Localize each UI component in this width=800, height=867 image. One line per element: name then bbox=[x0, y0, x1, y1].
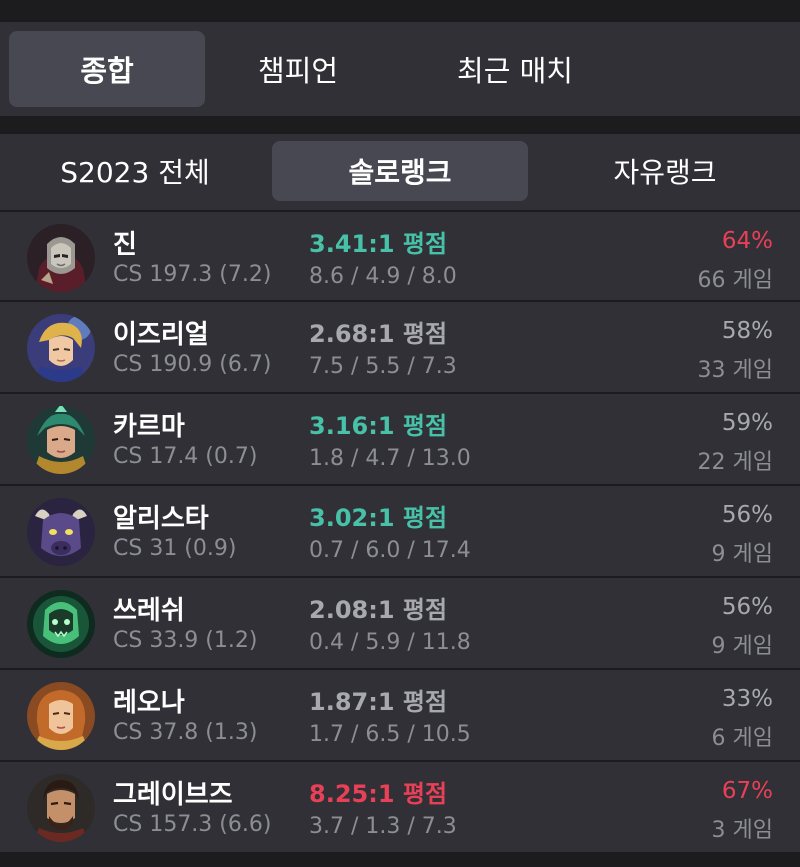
games-played: 22 게임 bbox=[697, 450, 773, 475]
kda-ratio: 3.41:1 평점 bbox=[309, 230, 448, 258]
champion-name: 레오나 bbox=[113, 688, 185, 718]
games-played: 9 게임 bbox=[711, 542, 773, 567]
kda-ratio: 8.25:1 평점 bbox=[309, 780, 448, 808]
champion-row[interactable]: 레오나 CS 37.8 (1.3) 1.87:1 평점 1.7 / 6.5 / … bbox=[0, 670, 800, 762]
champion-cs: CS 37.8 (1.3) bbox=[113, 720, 258, 745]
kda-ratio: 1.87:1 평점 bbox=[309, 688, 448, 716]
section-divider bbox=[0, 116, 800, 134]
win-rate: 33% bbox=[721, 686, 773, 712]
win-rate: 56% bbox=[721, 502, 773, 528]
filter-season-all[interactable]: S2023 전체 bbox=[10, 141, 260, 201]
games-played: 3 게임 bbox=[711, 818, 773, 843]
champion-cs: CS 157.3 (6.6) bbox=[113, 812, 272, 837]
champion-row[interactable]: 카르마 CS 17.4 (0.7) 3.16:1 평점 1.8 / 4.7 / … bbox=[0, 394, 800, 486]
champion-row[interactable]: 진 CS 197.3 (7.2) 3.41:1 평점 8.6 / 4.9 / 8… bbox=[0, 210, 800, 302]
champion-cs: CS 197.3 (7.2) bbox=[113, 262, 272, 287]
champion-name: 진 bbox=[113, 230, 137, 260]
win-rate: 64% bbox=[721, 228, 773, 254]
win-rate: 56% bbox=[721, 594, 773, 620]
kda-ratio: 2.68:1 평점 bbox=[309, 320, 448, 348]
leona-portrait-icon bbox=[27, 682, 95, 750]
champion-name: 이즈리얼 bbox=[113, 320, 209, 350]
tab-recent-matches[interactable]: 최근 매치 bbox=[410, 31, 620, 107]
alistar-portrait-icon bbox=[27, 498, 95, 566]
champion-cs: CS 190.9 (6.7) bbox=[113, 352, 272, 377]
champion-cs: CS 33.9 (1.2) bbox=[113, 628, 258, 653]
champion-stats-list: 진 CS 197.3 (7.2) 3.41:1 평점 8.6 / 4.9 / 8… bbox=[0, 210, 800, 854]
graves-portrait-icon bbox=[27, 774, 95, 842]
kda-detail: 0.7 / 6.0 / 17.4 bbox=[309, 538, 471, 563]
champion-row[interactable]: 쓰레쉬 CS 33.9 (1.2) 2.08:1 평점 0.4 / 5.9 / … bbox=[0, 578, 800, 670]
queue-filter-bar: S2023 전체 솔로랭크 자유랭크 bbox=[0, 134, 800, 210]
kda-detail: 7.5 / 5.5 / 7.3 bbox=[309, 354, 457, 379]
kda-ratio: 3.16:1 평점 bbox=[309, 412, 448, 440]
thresh-portrait-icon bbox=[27, 590, 95, 658]
champion-row[interactable]: 알리스타 CS 31 (0.9) 3.02:1 평점 0.7 / 6.0 / 1… bbox=[0, 486, 800, 578]
kda-ratio: 2.08:1 평점 bbox=[309, 596, 448, 624]
games-played: 33 게임 bbox=[697, 358, 773, 383]
kda-detail: 3.7 / 1.3 / 7.3 bbox=[309, 814, 457, 839]
champion-cs: CS 17.4 (0.7) bbox=[113, 444, 258, 469]
main-tab-bar: 종합 챔피언 최근 매치 bbox=[0, 22, 800, 116]
games-played: 6 게임 bbox=[711, 726, 773, 751]
filter-solo-rank[interactable]: 솔로랭크 bbox=[272, 141, 528, 201]
champion-name: 카르마 bbox=[113, 412, 185, 442]
karma-portrait-icon bbox=[27, 406, 95, 474]
kda-detail: 8.6 / 4.9 / 8.0 bbox=[309, 264, 457, 289]
win-rate: 59% bbox=[721, 410, 773, 436]
champion-row[interactable]: 그레이브즈 CS 157.3 (6.6) 8.25:1 평점 3.7 / 1.3… bbox=[0, 762, 800, 854]
games-played: 9 게임 bbox=[711, 634, 773, 659]
champion-name: 쓰레쉬 bbox=[113, 596, 185, 626]
win-rate: 58% bbox=[721, 318, 773, 344]
tab-overview[interactable]: 종합 bbox=[9, 31, 205, 107]
games-played: 66 게임 bbox=[697, 268, 773, 293]
filter-flex-rank[interactable]: 자유랭크 bbox=[540, 141, 790, 201]
kda-detail: 1.8 / 4.7 / 13.0 bbox=[309, 446, 471, 471]
champion-name: 알리스타 bbox=[113, 504, 209, 534]
kda-detail: 1.7 / 6.5 / 10.5 bbox=[309, 722, 471, 747]
kda-detail: 0.4 / 5.9 / 11.8 bbox=[309, 630, 471, 655]
champion-name: 그레이브즈 bbox=[113, 780, 233, 810]
kda-ratio: 3.02:1 평점 bbox=[309, 504, 448, 532]
ezreal-portrait-icon bbox=[27, 314, 95, 382]
win-rate: 67% bbox=[721, 778, 773, 804]
champion-row[interactable]: 이즈리얼 CS 190.9 (6.7) 2.68:1 평점 7.5 / 5.5 … bbox=[0, 302, 800, 394]
top-strip bbox=[0, 0, 800, 22]
tab-champions[interactable]: 챔피언 bbox=[210, 31, 386, 107]
champion-cs: CS 31 (0.9) bbox=[113, 536, 237, 561]
jhin-portrait-icon bbox=[27, 224, 95, 292]
